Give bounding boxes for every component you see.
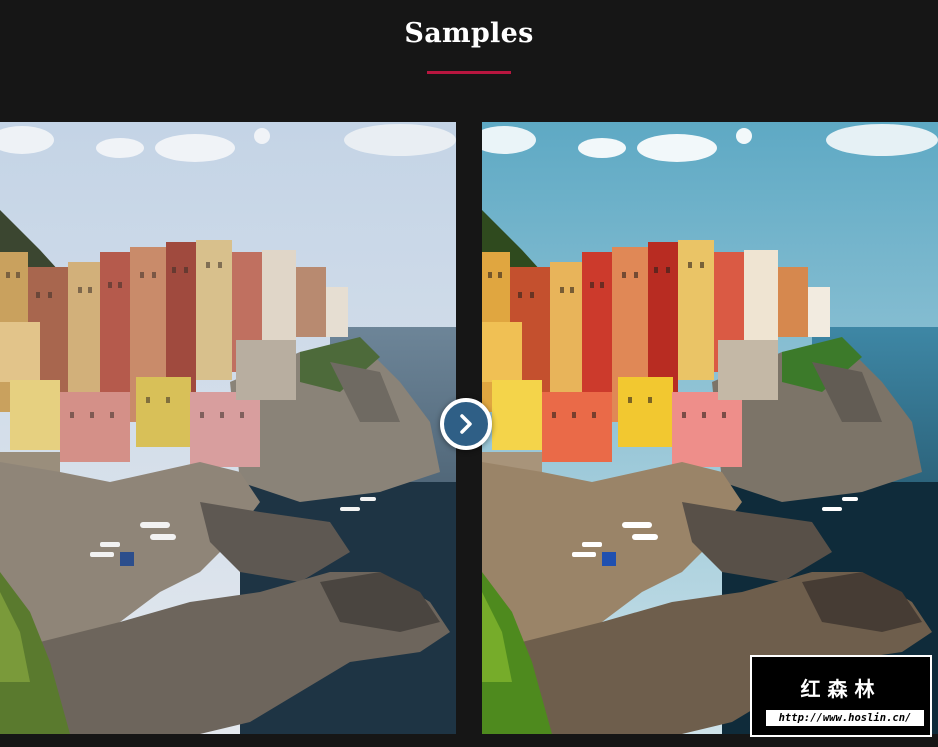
watermark-title: 红森林 — [800, 677, 882, 701]
title-underline — [427, 71, 511, 74]
compare-slider-handle[interactable] — [440, 398, 492, 450]
before-image — [0, 122, 456, 734]
after-image — [482, 122, 938, 734]
watermark: 红森林 http://www.hoslin.cn/ — [750, 655, 932, 737]
chevron-right-icon — [460, 414, 472, 434]
page-title: Samples — [404, 18, 534, 49]
page: Samples 红森林 http://www.hoslin.cn/ — [0, 0, 938, 747]
watermark-url: http://www.hoslin.cn/ — [766, 710, 924, 726]
